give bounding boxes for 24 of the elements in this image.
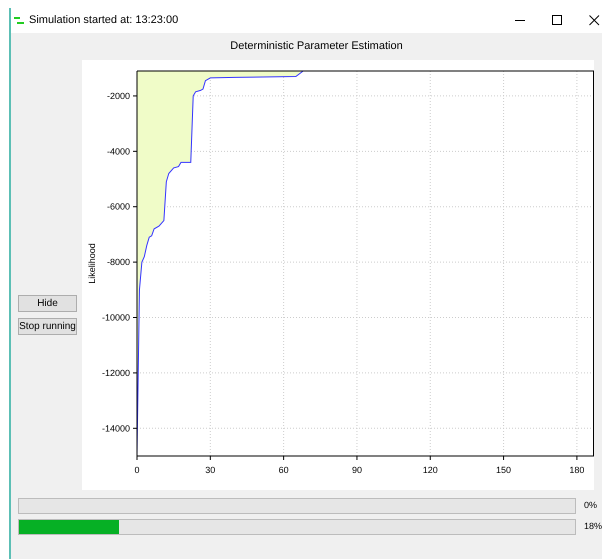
y-tick-label: -8000 [106, 257, 130, 268]
x-tick-label: 60 [278, 465, 289, 475]
x-tick-label: 150 [496, 465, 512, 475]
chart-title: Deterministic Parameter Estimation [230, 39, 403, 54]
y-tick-label: -2000 [106, 90, 130, 101]
y-tick-label: -14000 [102, 423, 130, 434]
x-tick-label: 30 [205, 465, 216, 475]
x-tick-label: 0 [134, 465, 140, 475]
window-title: Simulation started at: 13:23:00 [29, 13, 178, 28]
x-tick-label: 180 [569, 465, 584, 475]
action-button[interactable]: Hide [18, 295, 77, 312]
y-axis-label: Likelihood [87, 243, 97, 284]
y-tick-label: -4000 [106, 146, 130, 156]
close-icon[interactable] [589, 15, 600, 26]
action-button[interactable]: Stop running [18, 318, 77, 335]
app-icon [13, 16, 25, 26]
x-tick-label: 90 [352, 465, 362, 475]
x-tick-label: 120 [422, 465, 438, 475]
y-tick-label: -12000 [102, 368, 130, 378]
y-tick-label: -6000 [106, 202, 130, 212]
y-tick-label: -10000 [102, 312, 130, 322]
maximize-icon[interactable] [552, 15, 563, 26]
progress-reading: 0% [584, 499, 598, 512]
progress-reading: 18% [584, 520, 602, 534]
